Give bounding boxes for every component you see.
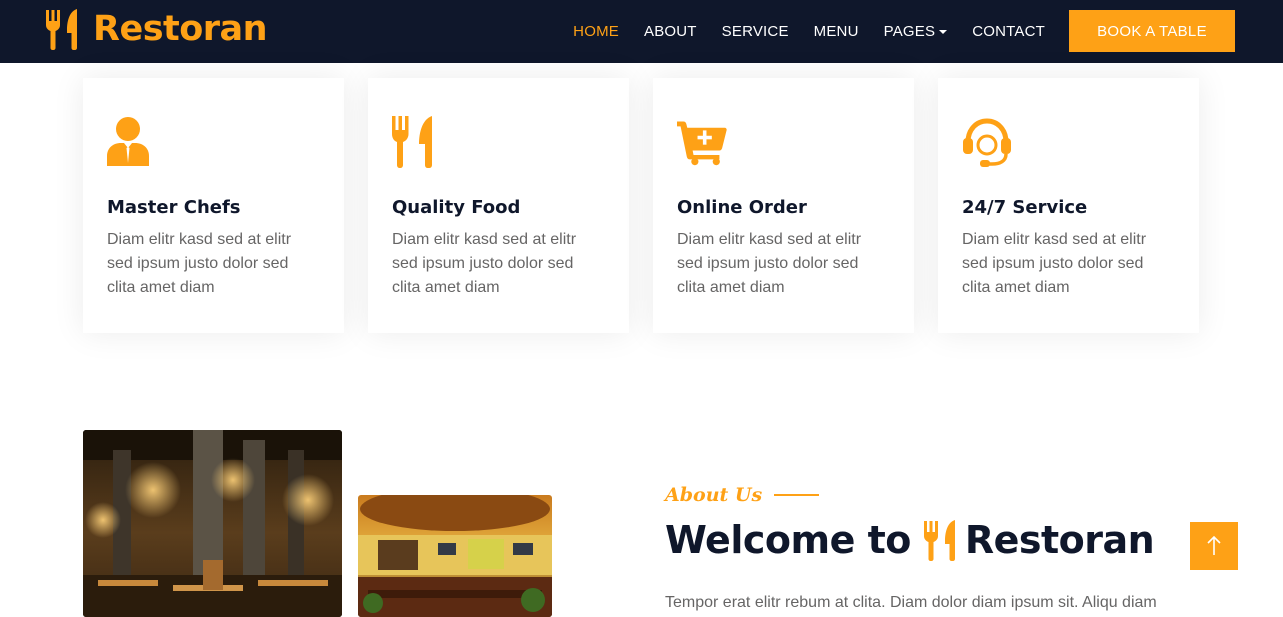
brand-name: Restoran — [93, 9, 268, 49]
headset-icon — [963, 118, 1011, 167]
service-card-title: 24/7 Service — [962, 197, 1088, 218]
about-label-text: About Us — [665, 484, 763, 506]
heading-prefix: Welcome to — [665, 518, 911, 562]
back-to-top-button[interactable] — [1190, 522, 1238, 570]
service-card-text: Diam elitr kasd sed at elitr sed ipsum j… — [392, 231, 577, 296]
utensils-icon — [46, 9, 77, 50]
label-underline — [774, 494, 820, 496]
restaurant-bar-photo — [358, 495, 552, 617]
service-card-title: Online Order — [677, 197, 807, 218]
utensils-icon — [923, 520, 955, 561]
service-card-text: Diam elitr kasd sed at elitr sed ipsum j… — [107, 231, 292, 296]
about-section-label: About Us — [665, 484, 820, 506]
caret-down-icon — [939, 29, 948, 34]
nav-item-home[interactable]: HOME — [573, 23, 619, 40]
service-card-online-order: Online Order Diam elitr kasd sed at elit… — [653, 78, 914, 333]
service-card-text: Diam elitr kasd sed at elitr sed ipsum j… — [962, 231, 1147, 296]
service-card-24-7-service: 24/7 Service Diam elitr kasd sed at elit… — [938, 78, 1199, 333]
navbar: Restoran HOME ABOUT SERVICE MENU PAGES C… — [0, 0, 1283, 63]
brand-logo[interactable]: Restoran — [45, 7, 268, 51]
service-card-quality-food: Quality Food Diam elitr kasd sed at elit… — [368, 78, 629, 333]
about-heading: Welcome to Restoran — [665, 518, 1155, 562]
about-paragraph: Tempor erat elitr rebum at clita. Diam d… — [665, 594, 1157, 611]
service-card-master-chefs: Master Chefs Diam elitr kasd sed at elit… — [83, 78, 344, 333]
service-card-text: Diam elitr kasd sed at elitr sed ipsum j… — [677, 231, 862, 296]
nav-menu: HOME ABOUT SERVICE MENU PAGES CONTACT — [548, 0, 1045, 63]
utensils-icon — [392, 116, 432, 168]
heading-brand: Restoran — [964, 518, 1155, 562]
restaurant-interior-photo — [83, 430, 342, 617]
nav-item-contact[interactable]: CONTACT — [972, 23, 1045, 40]
nav-item-pages[interactable]: PAGES — [884, 23, 948, 40]
nav-item-about[interactable]: ABOUT — [644, 23, 697, 40]
cart-plus-icon — [677, 121, 727, 166]
nav-item-service[interactable]: SERVICE — [722, 23, 789, 40]
chef-icon — [107, 117, 149, 166]
service-card-title: Master Chefs — [107, 197, 241, 218]
book-table-button[interactable]: BOOK A TABLE — [1069, 10, 1235, 52]
nav-item-menu[interactable]: MENU — [814, 23, 859, 40]
nav-item-pages-label: PAGES — [883, 23, 936, 40]
service-card-title: Quality Food — [392, 197, 521, 218]
arrow-up-icon — [1207, 536, 1221, 555]
